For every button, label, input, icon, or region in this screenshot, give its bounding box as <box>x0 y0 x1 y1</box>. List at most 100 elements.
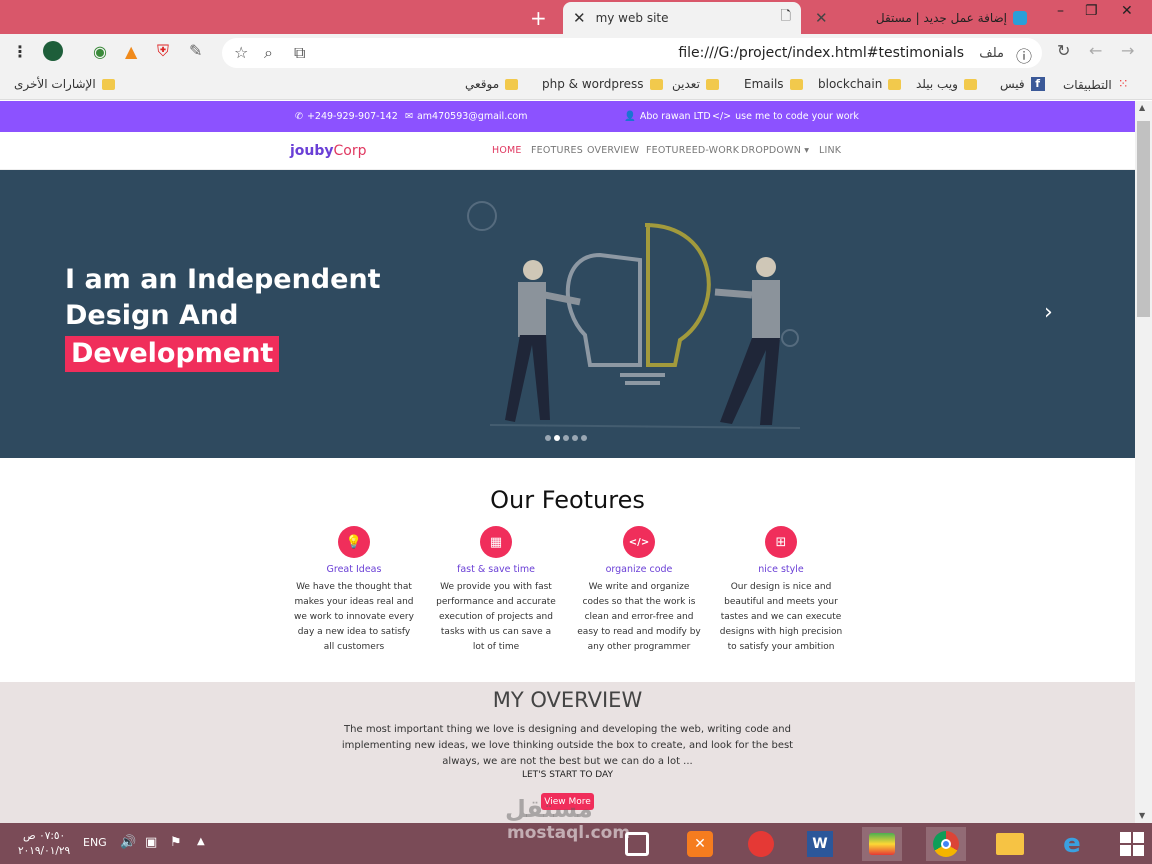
bookmarks-bar: الإشارات الأخرى موقعي php & wordpress تع… <box>0 72 1152 100</box>
nav-featured-work[interactable]: FEOTUREED-WORK <box>646 145 739 156</box>
scroll-up-icon[interactable]: ▲ <box>1139 103 1145 112</box>
company-text: Abo rawan LTD <box>639 111 711 122</box>
site-navbar: joubyCorp HOME FEOTURES OVERVIEW FEOTURE… <box>0 132 1135 170</box>
facebook-icon: f <box>1030 77 1045 91</box>
features-section: Our Feotures 💡 Great Ideas We have the t… <box>0 458 1135 682</box>
extension-eyedropper-icon[interactable]: ✎ <box>189 41 202 60</box>
carousel-dot[interactable] <box>572 435 578 441</box>
star-bookmark-icon[interactable]: ☆ <box>234 43 248 62</box>
bookmark-item[interactable]: تعدين <box>672 77 719 91</box>
minimize-button[interactable]: – <box>1057 3 1064 19</box>
carousel-indicators <box>545 435 587 441</box>
carousel-dot[interactable] <box>581 435 587 441</box>
url-text[interactable]: file:///G:/project/index.html#testimonia… <box>678 45 964 61</box>
apps-grid-icon: ⁙ <box>1117 77 1129 92</box>
language-indicator[interactable]: ENG <box>83 836 107 849</box>
bookmark-label: php & wordpress <box>542 77 644 91</box>
hero-line-1: I am an Independent <box>65 264 381 295</box>
carousel-next-icon[interactable]: › <box>1044 300 1053 325</box>
page-scrollbar[interactable]: ▲ ▼ <box>1135 101 1152 823</box>
show-hidden-icons[interactable]: ▲ <box>197 836 205 847</box>
clock-time: ٠٧:٥٠ ص <box>23 830 66 842</box>
system-clock[interactable]: ٠٧:٥٠ ص ٢٠١٩/٠١/٢٩ <box>18 829 70 859</box>
phone-text: +249-929-907-142 <box>306 111 398 122</box>
scrollbar-thumb[interactable] <box>1137 121 1150 317</box>
nav-link[interactable]: LINK <box>819 145 841 156</box>
nav-home[interactable]: HOME <box>492 145 522 156</box>
extension-orange-icon[interactable]: ▲ <box>125 42 137 61</box>
url-scheme-label: ملف <box>979 46 1004 61</box>
back-arrow-icon[interactable]: ← <box>1089 41 1102 60</box>
topbar-phone[interactable]: ✆ +249-929-907-142 <box>295 111 398 122</box>
bookmark-item[interactable]: php & wordpress <box>542 77 663 91</box>
zoom-icon[interactable]: ⌕ <box>264 43 273 63</box>
bookmark-item[interactable]: blockchain <box>818 77 902 91</box>
bookmark-label: تعدين <box>672 77 700 91</box>
user-icon: 👤 <box>624 111 636 122</box>
topbar-cta[interactable]: </> use me to code your work <box>712 111 859 122</box>
topbar-email[interactable]: ✉ am470593@gmail.com <box>405 111 528 122</box>
volume-icon[interactable]: 🔊 <box>120 835 136 850</box>
bookmark-label: ويب بيلد <box>916 77 958 91</box>
bookmark-label: التطبيقات <box>1063 77 1112 92</box>
close-window-button[interactable]: ✕ <box>1121 3 1133 19</box>
reload-icon[interactable]: ↻ <box>1057 41 1070 60</box>
network-icon[interactable]: ▣ <box>145 835 157 850</box>
feature-title: organize code <box>605 564 673 575</box>
feature-card: ⊞ nice style Our design is nice and beau… <box>719 526 843 655</box>
watermark-url: mostaql.com <box>507 823 631 843</box>
folder-icon <box>505 78 519 90</box>
bookmark-other[interactable]: الإشارات الأخرى <box>14 77 115 91</box>
feature-title: fast & save time <box>456 564 535 575</box>
code-icon: </> <box>712 111 732 122</box>
tab-title: my web site <box>595 11 669 25</box>
features-title: Our Feotures <box>490 486 645 514</box>
tab-mostaql[interactable]: ✕ إضافة عمل جديد | مستقل <box>805 2 1037 34</box>
scroll-down-icon[interactable]: ▼ <box>1139 811 1145 820</box>
topbar-company[interactable]: 👤 Abo rawan LTD <box>624 111 711 122</box>
carousel-dot[interactable] <box>545 435 551 441</box>
nav-overview[interactable]: OVERVIEW <box>587 145 639 156</box>
feature-text: We write and organize codes so that the … <box>577 582 701 652</box>
extension-globe-icon[interactable]: ◉ <box>93 42 107 61</box>
extension-shield-icon[interactable]: ⛨ <box>157 41 169 61</box>
flag-icon[interactable]: ⚑ <box>170 835 182 850</box>
bluestacks-icon[interactable] <box>862 827 902 861</box>
tab-close-icon[interactable]: ✕ <box>815 9 828 27</box>
lightbulb-icon: 💡 <box>338 526 370 558</box>
profile-avatar[interactable] <box>43 41 63 61</box>
overview-text: The most important thing we love is desi… <box>341 724 794 767</box>
bookmark-item[interactable]: ويب بيلد <box>916 77 977 91</box>
internet-explorer-icon[interactable]: e <box>1052 827 1092 861</box>
carousel-dot[interactable] <box>563 435 569 441</box>
nav-dropdown[interactable]: DROPDOWN ▾ <box>741 145 809 156</box>
screen-recorder-icon[interactable] <box>741 827 781 861</box>
chrome-icon[interactable] <box>926 827 966 861</box>
site-logo[interactable]: joubyCorp <box>290 143 367 159</box>
carousel-dot[interactable] <box>554 435 560 441</box>
forward-arrow-icon[interactable]: → <box>1121 41 1134 60</box>
feature-text: Our design is nice and beautiful and mee… <box>719 582 843 652</box>
watermark-arabic: مستقل <box>505 795 593 823</box>
word-icon[interactable]: W <box>800 827 840 861</box>
page-icon: 🗋 <box>780 9 791 24</box>
bookmark-item[interactable]: فيس f <box>1000 77 1045 91</box>
windows-start-icon[interactable] <box>1112 827 1152 861</box>
xampp-icon[interactable]: ✕ <box>680 827 720 861</box>
menu-dots-icon[interactable]: ⋮ <box>12 42 28 61</box>
new-tab-button[interactable]: + <box>530 6 547 30</box>
omnibox[interactable]: ☆ ⌕ ⧉ file:///G:/project/index.html#test… <box>222 38 1042 68</box>
translate-icon[interactable]: ⧉ <box>294 43 305 63</box>
bookmark-item[interactable]: Emails <box>744 77 803 91</box>
envelope-icon: ✉ <box>405 111 413 122</box>
tab-my-web-site[interactable]: ✕ my web site 🗋 <box>563 2 801 34</box>
info-icon[interactable]: ⓘ <box>1016 43 1032 67</box>
tab-close-icon[interactable]: ✕ <box>573 9 586 27</box>
nav-features[interactable]: FEOTURES <box>531 145 583 156</box>
restore-button[interactable]: ❐ <box>1085 3 1098 19</box>
file-explorer-icon[interactable] <box>990 827 1030 861</box>
site-topbar: ✆ +249-929-907-142 ✉ am470593@gmail.com 👤 A… <box>0 101 1135 132</box>
tab-title: إضافة عمل جديد | مستقل <box>875 11 1007 25</box>
bookmark-item[interactable]: موقعي <box>465 77 519 91</box>
bookmark-apps[interactable]: التطبيقات ⁙ <box>1063 77 1129 92</box>
